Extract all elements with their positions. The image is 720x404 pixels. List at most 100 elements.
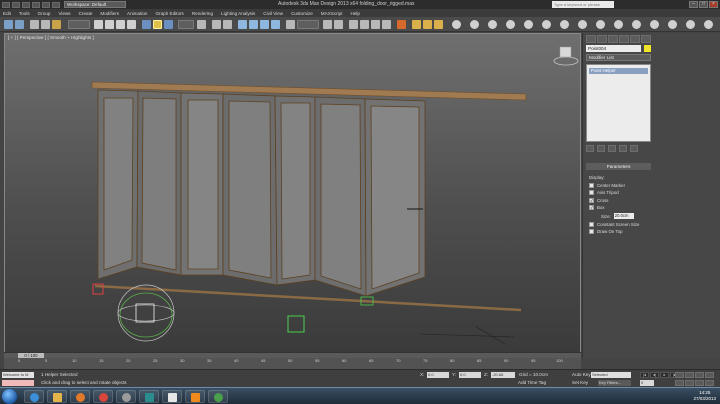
field-of-view-icon[interactable] [675,380,684,386]
track-bar[interactable]: 0 5 10 15 20 25 30 35 40 45 50 55 60 65 … [4,358,581,369]
taskbar-app-3dsmax[interactable] [139,390,159,403]
graphite-ribbon-icon[interactable] [360,20,369,29]
previous-frame-button[interactable]: ◂| [650,372,659,378]
gauge-icon[interactable] [596,20,605,29]
save-file-button[interactable] [32,1,40,8]
snaps-toggle-icon[interactable] [238,20,247,29]
checkbox-checked[interactable]: ✓ [589,197,594,203]
angle-snap-icon[interactable] [249,20,258,29]
checkbox-checked[interactable]: ✓ [589,205,594,210]
material-editor-icon[interactable] [397,20,406,29]
pan-icon[interactable] [685,380,694,386]
menu-tools[interactable]: Tools [19,11,30,16]
selection-filter-dropdown[interactable] [68,20,90,29]
cross-option[interactable]: ✓ Cross [589,197,649,203]
zoom-extents-icon[interactable] [695,372,704,378]
menu-maxscript[interactable]: MAXScript [321,11,343,16]
taskbar-app-vlc[interactable] [185,390,205,403]
close-button[interactable]: × [709,1,718,8]
gauge-icon[interactable] [470,20,479,29]
checkbox[interactable] [589,190,594,195]
axis-tripod-option[interactable]: Axis Tripod [589,190,649,195]
make-unique-button[interactable] [608,145,616,152]
taskbar-app-tool[interactable] [116,390,136,403]
add-time-tag[interactable]: Add Time Tag [518,380,546,385]
taskbar-app-chrome[interactable] [93,390,113,403]
render-setup-icon[interactable] [412,20,421,29]
modifier-stack[interactable]: Point Helper [586,64,651,142]
constant-screen-size-option[interactable]: Constant Screen Size [589,221,649,227]
gauge-icon[interactable] [668,20,677,29]
maximize-button[interactable]: □ [699,1,708,8]
gauge-icon[interactable] [578,20,587,29]
taskbar-app-media-player[interactable] [70,390,90,403]
key-filters-button[interactable]: Key Filters... [598,380,631,386]
open-file-button[interactable] [22,1,30,8]
spinner-snap-icon[interactable] [271,20,280,29]
align-icon[interactable] [334,20,343,29]
z-coordinate-field[interactable]: -20.66 [491,372,515,378]
set-key-button[interactable]: Set Key [572,380,588,385]
y-coordinate-field[interactable]: 0.0 [459,372,481,378]
parameters-rollout[interactable]: Parameters [586,163,651,170]
gauge-icon[interactable] [452,20,461,29]
orbit-icon[interactable] [695,380,704,386]
menu-civil-view[interactable]: Civil View [263,11,283,16]
link-icon[interactable] [30,20,39,29]
window-crossing-icon[interactable] [127,20,136,29]
utilities-tab[interactable] [641,35,651,43]
go-to-start-button[interactable]: |◂ [640,372,649,378]
play-button[interactable]: ▸ [660,372,669,378]
menu-lighting-analysis[interactable]: Lighting Analysis [221,11,255,16]
checkbox[interactable] [589,221,594,227]
point-helper[interactable] [287,315,305,333]
layer-manager-icon[interactable] [349,20,358,29]
system-clock[interactable]: 14:25 27/03/2013 [693,390,716,402]
select-rotate-icon[interactable] [153,20,162,29]
select-move-icon[interactable] [142,20,151,29]
menu-customize[interactable]: Customize [291,11,313,16]
named-selection-icon[interactable] [286,20,295,29]
render-production-icon[interactable] [434,20,443,29]
named-selection-sets-dropdown[interactable] [297,20,319,29]
taskbar-app-camtasia[interactable] [208,390,228,403]
checkbox[interactable] [589,229,594,234]
undo-icon[interactable] [4,20,13,29]
mirror-icon[interactable] [323,20,332,29]
hierarchy-tab[interactable] [608,35,618,43]
auto-key-button[interactable]: Auto Key [572,372,591,377]
menu-graph-editors[interactable]: Graph Editors [155,11,183,16]
rectangular-selection-icon[interactable] [116,20,125,29]
modify-tab[interactable] [597,35,607,43]
key-selection-dropdown[interactable]: Selected [591,372,631,378]
redo-button[interactable] [52,1,60,8]
select-scale-icon[interactable] [164,20,173,29]
new-file-button[interactable] [12,1,20,8]
schematic-view-icon[interactable] [382,20,391,29]
select-by-name-icon[interactable] [105,20,114,29]
zoom-all-icon[interactable] [685,372,694,378]
gauge-icon[interactable] [506,20,515,29]
taskbar-app-notepad[interactable] [162,390,182,403]
minimize-button[interactable]: – [689,1,698,8]
reference-coordinate-dropdown[interactable] [178,20,194,29]
curve-editor-icon[interactable] [371,20,380,29]
rotate-gizmo[interactable] [117,284,175,342]
door-panels[interactable] [97,89,426,297]
menu-views[interactable]: Views [58,11,70,16]
workspace-select[interactable]: Workspace: Default [64,1,126,8]
pin-stack-button[interactable] [586,145,594,152]
bind-space-warp-icon[interactable] [52,20,61,29]
current-frame-field[interactable]: 0 [640,380,654,386]
menu-rendering[interactable]: Rendering [192,11,213,16]
maxscript-output[interactable] [2,380,34,386]
gauge-icon[interactable] [542,20,551,29]
redo-icon[interactable] [15,20,24,29]
menu-group[interactable]: Group [38,11,51,16]
display-tab[interactable] [630,35,640,43]
perspective-viewport[interactable]: [ + ] [ Perspective ] [ Smooth + Highlig… [4,33,581,358]
gauge-icon[interactable] [632,20,641,29]
bottom-track[interactable] [94,284,522,312]
menu-animation[interactable]: Animation [127,11,147,16]
keyboard-shortcut-icon[interactable] [223,20,232,29]
